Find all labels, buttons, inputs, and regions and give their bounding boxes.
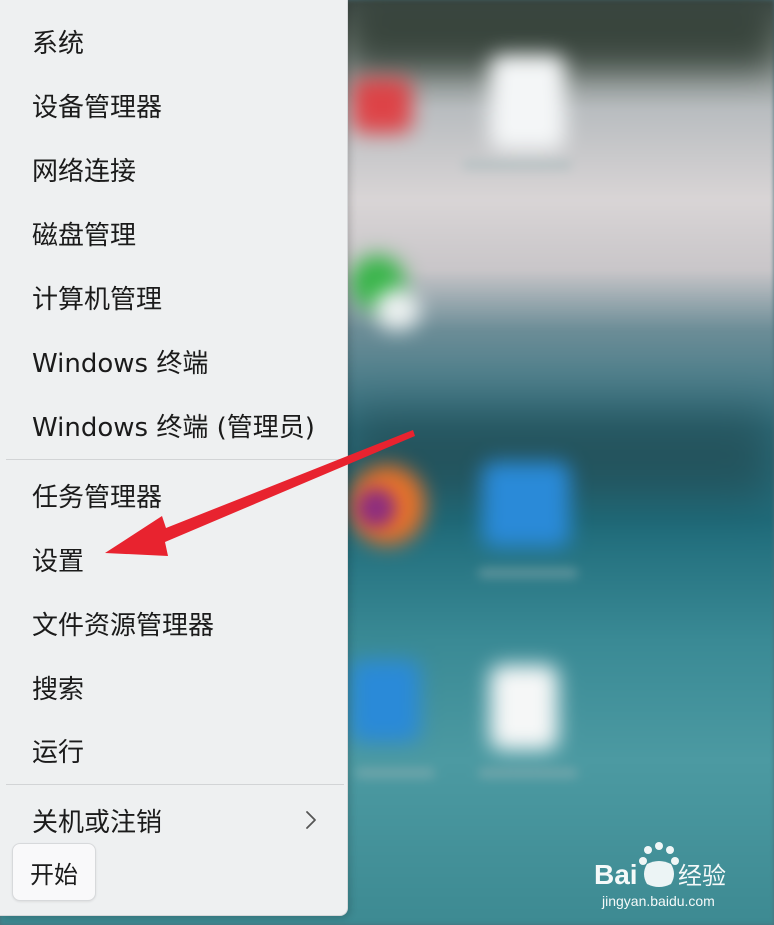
menu-item-label: 磁盘管理	[32, 220, 137, 251]
start-button-label: 开始	[30, 860, 78, 889]
menu-item-computer-management[interactable]: 计算机管理	[0, 269, 347, 325]
desktop-icon-label	[478, 768, 578, 778]
menu-item-label: 计算机管理	[32, 284, 163, 315]
menu-item-label: 关机或注销	[32, 807, 163, 838]
desktop-icon-label	[462, 160, 572, 170]
svg-text:Bai: Bai	[594, 859, 638, 890]
menu-item-windows-terminal[interactable]: Windows 终端	[0, 333, 347, 389]
menu-item-label: 设置	[32, 546, 85, 577]
menu-item-file-explorer[interactable]: 文件资源管理器	[0, 595, 347, 651]
desktop-icon-label	[355, 768, 435, 778]
desktop-file-icon[interactable]	[490, 665, 558, 750]
quick-link-menu: 系统 设备管理器 网络连接 磁盘管理 计算机管理 Windows 终端 Wind…	[0, 0, 348, 916]
menu-item-windows-terminal-admin[interactable]: Windows 终端 (管理员)	[0, 397, 347, 453]
menu-item-label: 系统	[32, 28, 85, 59]
menu-item-search[interactable]: 搜索	[0, 659, 347, 715]
desktop-shortcut-icon[interactable]	[482, 462, 570, 547]
svg-text:jingyan.baidu.com: jingyan.baidu.com	[601, 893, 715, 909]
baidu-jingyan-watermark: Bai 经验 jingyan.baidu.com	[594, 842, 726, 909]
desktop-app-icon-badge	[375, 290, 420, 330]
desktop-icon-label	[478, 568, 578, 578]
menu-separator	[6, 459, 344, 460]
menu-item-task-manager[interactable]: 任务管理器	[0, 467, 347, 523]
menu-item-label: 设备管理器	[32, 92, 163, 123]
desktop-browser-icon-center	[356, 488, 396, 528]
menu-separator	[6, 784, 344, 785]
menu-item-label: Windows 终端 (管理员)	[32, 412, 315, 443]
menu-item-network-connections[interactable]: 网络连接	[0, 141, 347, 197]
svg-text:经验: 经验	[678, 862, 726, 890]
menu-item-label: 运行	[32, 737, 85, 768]
desktop-app-icon[interactable]	[352, 78, 412, 133]
menu-item-shutdown-or-sign-out[interactable]: 关机或注销	[0, 792, 347, 848]
desktop-file-icon[interactable]	[490, 55, 565, 150]
menu-item-device-manager[interactable]: 设备管理器	[0, 77, 347, 133]
menu-item-disk-management[interactable]: 磁盘管理	[0, 205, 347, 261]
menu-item-label: 任务管理器	[32, 482, 163, 513]
menu-item-settings[interactable]: 设置	[0, 531, 347, 587]
start-button[interactable]: 开始	[12, 843, 96, 901]
menu-item-run[interactable]: 运行	[0, 722, 347, 778]
menu-item-system[interactable]: 系统	[0, 13, 347, 69]
menu-item-label: Windows 终端	[32, 348, 209, 379]
menu-item-label: 搜索	[32, 674, 85, 705]
menu-item-label: 文件资源管理器	[32, 610, 215, 641]
desktop-shortcut-icon[interactable]	[350, 660, 420, 742]
menu-item-label: 网络连接	[32, 156, 137, 187]
chevron-right-icon	[306, 811, 316, 829]
